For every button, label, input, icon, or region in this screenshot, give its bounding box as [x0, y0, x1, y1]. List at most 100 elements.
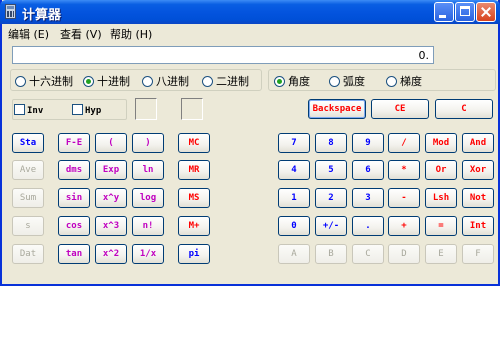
sci-button-f-e[interactable]: F-E	[58, 133, 90, 153]
radio-indicator	[83, 76, 94, 87]
stat-button-sta[interactable]: Sta	[12, 133, 44, 153]
menu-view[interactable]: 查看 (V)	[60, 26, 102, 42]
sci-button-x-pow-2[interactable]: x^2	[95, 244, 127, 264]
key-int[interactable]: Int	[462, 216, 494, 236]
memory-indicator	[181, 98, 203, 120]
sci-button-log[interactable]: log	[132, 188, 164, 208]
key-6[interactable]: 6	[352, 160, 384, 180]
number-base-group: 十六进制 十进制 八进制 二进制	[10, 69, 262, 91]
key-a[interactable]: A	[278, 244, 310, 264]
menu-edit[interactable]: 编辑 (E)	[8, 26, 49, 42]
result-display: 0.	[12, 46, 434, 64]
radio-indicator	[202, 76, 213, 87]
key-decimal[interactable]: .	[352, 216, 384, 236]
key-xor[interactable]: Xor	[462, 160, 494, 180]
key-mod[interactable]: Mod	[425, 133, 457, 153]
key-d[interactable]: D	[388, 244, 420, 264]
sci-button-close-paren[interactable]: )	[132, 133, 164, 153]
key-e[interactable]: E	[425, 244, 457, 264]
clear-button[interactable]: C	[435, 99, 493, 119]
memory-button-pi[interactable]: pi	[178, 244, 210, 264]
key-lsh[interactable]: Lsh	[425, 188, 457, 208]
sci-button-x-pow-3[interactable]: x^3	[95, 216, 127, 236]
radio-indicator	[329, 76, 340, 87]
checkbox-box	[72, 104, 83, 115]
key-1[interactable]: 1	[278, 188, 310, 208]
sci-button-sin[interactable]: sin	[58, 188, 90, 208]
key-or[interactable]: Or	[425, 160, 457, 180]
radio-indicator	[386, 76, 397, 87]
radio-oct-label: 八进制	[156, 75, 189, 88]
key-4[interactable]: 4	[278, 160, 310, 180]
key-multiply[interactable]: *	[388, 160, 420, 180]
key-7[interactable]: 7	[278, 133, 310, 153]
stat-button-s[interactable]: s	[12, 216, 44, 236]
radio-hex[interactable]: 十六进制	[15, 73, 73, 89]
key-3[interactable]: 3	[352, 188, 384, 208]
radio-indicator	[15, 76, 26, 87]
key-not[interactable]: Not	[462, 188, 494, 208]
memory-button-mr[interactable]: MR	[178, 160, 210, 180]
radio-gradians[interactable]: 梯度	[386, 73, 422, 89]
close-button[interactable]	[476, 2, 496, 22]
bracket-indicator	[135, 98, 157, 120]
radio-indicator	[274, 76, 285, 87]
key-5[interactable]: 5	[315, 160, 347, 180]
memory-button-ms[interactable]: MS	[178, 188, 210, 208]
key-f[interactable]: F	[462, 244, 494, 264]
minimize-button[interactable]	[434, 2, 454, 22]
backspace-button[interactable]: Backspace	[308, 99, 366, 119]
radio-bin-label: 二进制	[216, 75, 249, 88]
radio-oct[interactable]: 八进制	[142, 73, 189, 89]
key-0[interactable]: 0	[278, 216, 310, 236]
hyp-checkbox[interactable]: Hyp	[72, 104, 101, 116]
key-8[interactable]: 8	[315, 133, 347, 153]
stat-button-dat[interactable]: Dat	[12, 244, 44, 264]
radio-dec[interactable]: 十进制	[83, 73, 130, 89]
sci-button-ln[interactable]: ln	[132, 160, 164, 180]
sci-button-x-pow-y[interactable]: x^y	[95, 188, 127, 208]
sci-button-open-paren[interactable]: (	[95, 133, 127, 153]
radio-degrees-label: 角度	[288, 75, 310, 88]
menu-help[interactable]: 帮助 (H)	[110, 26, 152, 42]
sci-button-dms[interactable]: dms	[58, 160, 90, 180]
key-equals[interactable]: =	[425, 216, 457, 236]
key-sign[interactable]: +/-	[315, 216, 347, 236]
memory-button-mc[interactable]: MC	[178, 133, 210, 153]
hyp-label: Hyp	[85, 106, 102, 116]
title-bar[interactable]: 计算器	[0, 0, 500, 24]
radio-degrees[interactable]: 角度	[274, 73, 310, 89]
maximize-button[interactable]	[455, 2, 475, 22]
radio-radians-label: 弧度	[343, 75, 365, 88]
sci-button-n-factorial[interactable]: n!	[132, 216, 164, 236]
radio-radians[interactable]: 弧度	[329, 73, 365, 89]
radio-indicator	[142, 76, 153, 87]
stat-button-ave[interactable]: Ave	[12, 160, 44, 180]
radio-hex-label: 十六进制	[29, 75, 73, 88]
key-plus[interactable]: +	[388, 216, 420, 236]
checkbox-box	[14, 104, 25, 115]
radio-dec-label: 十进制	[97, 75, 130, 88]
key-and[interactable]: And	[462, 133, 494, 153]
angle-mode-group: 角度 弧度 梯度	[268, 69, 496, 91]
sci-button-exp[interactable]: Exp	[95, 160, 127, 180]
radio-gradians-label: 梯度	[400, 75, 422, 88]
window-title: 计算器	[22, 8, 62, 23]
key-9[interactable]: 9	[352, 133, 384, 153]
calculator-icon	[5, 4, 16, 19]
key-minus[interactable]: -	[388, 188, 420, 208]
stat-button-sum[interactable]: Sum	[12, 188, 44, 208]
radio-bin[interactable]: 二进制	[202, 73, 249, 89]
sci-button-1-over-x[interactable]: 1/x	[132, 244, 164, 264]
sci-button-tan[interactable]: tan	[58, 244, 90, 264]
key-b[interactable]: B	[315, 244, 347, 264]
calculator-window: 计算器 编辑 (E) 查看 (V) 帮助 (H) 0. 十六进制 十进制 八进制…	[0, 0, 500, 286]
inv-checkbox[interactable]: Inv	[14, 104, 43, 116]
key-c[interactable]: C	[352, 244, 384, 264]
sci-button-cos[interactable]: cos	[58, 216, 90, 236]
memory-button-m[interactable]: M+	[178, 216, 210, 236]
clear-entry-button[interactable]: CE	[371, 99, 429, 119]
key-divide[interactable]: /	[388, 133, 420, 153]
display-value: 0.	[418, 49, 430, 62]
key-2[interactable]: 2	[315, 188, 347, 208]
